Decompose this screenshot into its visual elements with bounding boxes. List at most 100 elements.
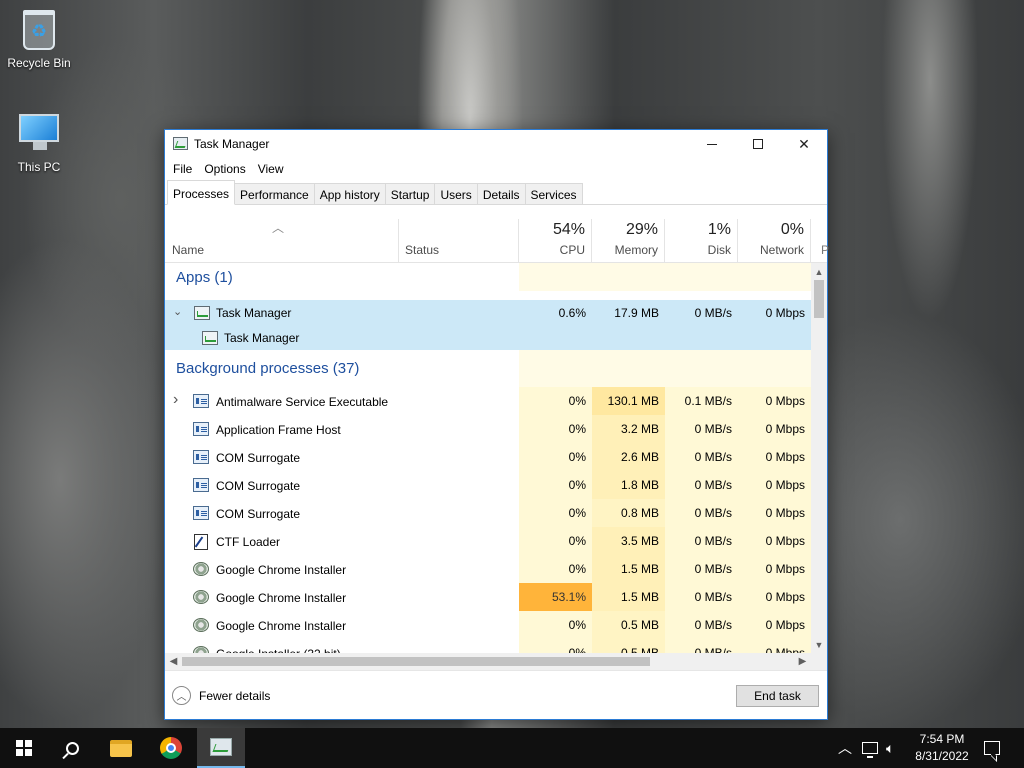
process-name: COM Surrogate [216,451,301,465]
group-header-apps[interactable]: Apps (1) [165,263,811,291]
column-memory[interactable]: 29% Memory [592,219,665,263]
scroll-up-icon[interactable]: ▲ [811,263,827,280]
tab-app-history[interactable]: App history [313,183,386,204]
tab-details[interactable]: Details [476,183,526,204]
table-row[interactable]: ⌄ Task Manager 0.6% 17.9 MB 0 MB/s 0 Mbp… [165,300,811,325]
cpu-cell: 53.1% [519,583,592,611]
column-label: Disk [707,243,731,257]
network-button[interactable] [862,728,878,768]
scroll-thumb[interactable] [182,657,650,666]
column-disk[interactable]: 1% Disk [665,219,738,263]
memory-cell: 2.6 MB [592,443,665,471]
horizontal-scrollbar[interactable]: ◀ ▶ [165,653,811,670]
memory-cell: 3.5 MB [592,527,665,555]
task-manager-icon [173,137,188,150]
table-row[interactable]: COM Surrogate 0% 0.8 MB 0 MB/s 0 Mbps [165,499,811,527]
menu-options[interactable]: Options [198,158,251,180]
tab-processes[interactable]: Processes [167,180,236,205]
column-network[interactable]: 0% Network [738,219,811,263]
column-percent: 0% [780,221,804,238]
table-row[interactable]: Google Chrome Installer 53.1% 1.5 MB 0 MB/s… [165,583,811,611]
show-hidden-icons-button[interactable]: ︿ [838,728,852,768]
cpu-cell: 0% [519,527,592,555]
disk-cell: 0.1 MB/s [665,387,738,415]
column-status[interactable]: Status [399,219,519,263]
chevron-right-icon[interactable]: › [173,391,178,409]
footer: ︿ Fewer details End task [165,670,827,719]
group-header-background[interactable]: Background processes (37) [165,350,811,387]
tab-startup[interactable]: Startup [384,183,436,204]
column-label: Name [172,243,205,257]
tab-performance[interactable]: Performance [234,183,315,204]
menu-file[interactable]: File [167,158,198,180]
name-cell: Task Manager [165,325,519,350]
tab-services[interactable]: Services [524,183,583,204]
file-explorer-button[interactable] [97,728,145,768]
menu-view[interactable]: View [252,158,290,180]
cpu-cell [519,325,592,350]
scroll-right-icon[interactable]: ▶ [794,653,811,670]
network-cell: 0 Mbps [738,611,811,639]
column-label: Memory [614,243,658,257]
table-row[interactable]: Application Frame Host 0% 3.2 MB 0 MB/s 0 Mb… [165,415,811,443]
table-row[interactable]: CTF Loader 0% 3.5 MB 0 MB/s 0 Mbps [165,527,811,555]
tab-users[interactable]: Users [434,183,478,204]
column-name[interactable]: ︿ Name [165,219,399,263]
search-button[interactable] [48,728,96,768]
memory-cell: 1.5 MB [592,555,665,583]
column-percent: 54% [552,221,585,238]
network-cell: 0 Mbps [738,415,811,443]
action-center-button[interactable] [968,728,1016,768]
chevron-up-icon: ︿ [838,740,852,756]
cpu-cell: 0% [519,611,592,639]
close-button[interactable]: ✕ [781,130,827,158]
vertical-scrollbar[interactable]: ▲ ▼ [811,263,827,653]
desktop-icon-this-pc[interactable]: This PC [1,108,77,174]
volume-button[interactable]: 🔈︎ [886,728,894,768]
table-row-child[interactable]: Task Manager [165,325,811,350]
cpu-cell: 0% [519,415,592,443]
chrome-button[interactable] [147,728,195,768]
name-cell: Google Installer (32 bit) [165,639,519,653]
title-bar[interactable]: Task Manager ✕ [165,130,827,158]
process-name: COM Surrogate [216,507,301,521]
network-cell: 0 Mbps [738,443,811,471]
ctf-icon [193,534,209,550]
cpu-cell: 0% [519,471,592,499]
minimize-button[interactable] [689,130,735,158]
memory-cell: 17.9 MB [592,300,665,325]
name-cell: Google Chrome Installer [165,555,519,583]
name-cell: ⌄ Task Manager [165,300,519,325]
desktop-icon-recycle-bin[interactable]: Recycle Bin [1,8,77,70]
table-row[interactable]: Google Chrome Installer 0% 0.5 MB 0 MB/s 0 M… [165,611,811,639]
installer-icon [193,590,209,604]
name-cell: CTF Loader [165,527,519,555]
name-cell: › Antimalware Service Executable [165,387,519,415]
chevron-down-icon[interactable]: ⌄ [173,305,182,318]
scroll-left-icon[interactable]: ◀ [165,653,182,670]
task-manager-taskbar-button[interactable] [197,728,245,768]
column-overflow[interactable]: P [811,219,829,263]
table-row[interactable]: › Antimalware Service Executable 0% 130.1 M… [165,387,811,415]
window-title: Task Manager [194,137,270,151]
table-row[interactable]: COM Surrogate 0% 1.8 MB 0 MB/s 0 Mbps [165,471,811,499]
table-row[interactable]: Google Installer (32 bit)0%0.5 MB0 MB/s0… [165,639,811,653]
table-row[interactable]: COM Surrogate 0% 2.6 MB 0 MB/s 0 Mbps [165,443,811,471]
network-cell [738,350,811,387]
column-label: Network [759,243,804,257]
service-icon [193,422,209,436]
scroll-down-icon[interactable]: ▼ [811,636,827,653]
memory-cell [592,350,665,387]
memory-cell: 3.2 MB [592,415,665,443]
end-task-button[interactable]: End task [736,685,819,707]
start-button[interactable] [0,728,48,768]
maximize-button[interactable] [735,130,781,158]
fewer-details-button[interactable]: ︿ Fewer details [172,686,270,705]
network-icon [862,742,878,758]
scroll-thumb[interactable] [814,280,824,318]
column-cpu[interactable]: 54% CPU [519,219,592,263]
network-cell [738,325,811,350]
table-row[interactable]: Google Chrome Installer 0% 1.5 MB 0 MB/s 0 M… [165,555,811,583]
name-cell: COM Surrogate [165,499,519,527]
installer-icon [193,562,209,576]
